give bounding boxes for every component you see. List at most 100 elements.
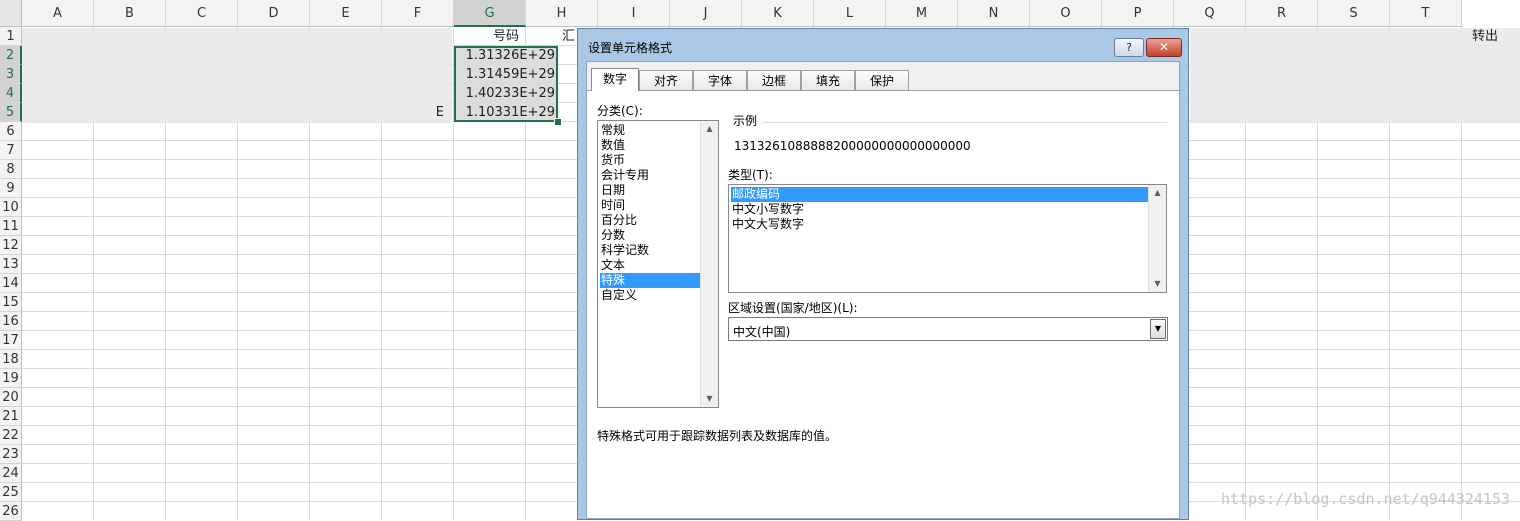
row-header-20[interactable]: 20 xyxy=(0,388,22,407)
locale-value: 中文(中国) xyxy=(733,325,791,339)
tab-border[interactable]: 边框 xyxy=(747,70,801,90)
column-header-b[interactable]: B xyxy=(94,0,166,27)
chevron-down-icon[interactable]: ▼ xyxy=(1150,319,1166,339)
column-header-p[interactable]: P xyxy=(1102,0,1174,27)
row-header-19[interactable]: 19 xyxy=(0,369,22,388)
column-header-a[interactable]: A xyxy=(22,0,94,27)
row-header-5[interactable]: 5 xyxy=(0,103,22,122)
column-header-t[interactable]: T xyxy=(1390,0,1462,27)
category-item[interactable]: 百分比 xyxy=(600,213,700,228)
dialog-titlebar[interactable]: 设置单元格格式 ? ✕ xyxy=(578,29,1188,61)
column-header-g[interactable]: G xyxy=(454,0,526,27)
row-header-3[interactable]: 3 xyxy=(0,65,22,84)
sample-value: 1313261088888200000000000000000 xyxy=(734,139,971,153)
row-header-24[interactable]: 24 xyxy=(0,464,22,483)
row-header-23[interactable]: 23 xyxy=(0,445,22,464)
tab-font[interactable]: 字体 xyxy=(693,70,747,90)
row-header-6[interactable]: 6 xyxy=(0,122,22,141)
tab-fill[interactable]: 填充 xyxy=(801,70,855,90)
category-item[interactable]: 常规 xyxy=(600,123,700,138)
locale-label: 区域设置(国家/地区)(L): xyxy=(728,301,858,315)
row-header-7[interactable]: 7 xyxy=(0,141,22,160)
category-item[interactable]: 时间 xyxy=(600,198,700,213)
redacted-area-left xyxy=(22,28,452,123)
format-cells-dialog: 设置单元格格式 ? ✕ 数字 对齐 字体 边框 填充 保护 分类(C): 常规数… xyxy=(577,28,1189,520)
category-item[interactable]: 科学记数 xyxy=(600,243,700,258)
column-header-q[interactable]: Q xyxy=(1174,0,1246,27)
select-all-corner[interactable] xyxy=(0,0,22,27)
column-header-c[interactable]: C xyxy=(166,0,238,27)
tab-protection[interactable]: 保护 xyxy=(855,70,909,90)
column-header-r[interactable]: R xyxy=(1246,0,1318,27)
column-header-n[interactable]: N xyxy=(958,0,1030,27)
column-header-o[interactable]: O xyxy=(1030,0,1102,27)
category-list[interactable]: 常规 数值 货币 会计专用 日期 时间 百分比 分数 科学记数 文本 特殊 自定义 ▲ ▼ xyxy=(597,120,719,408)
category-item[interactable]: 货币 xyxy=(600,153,700,168)
scroll-down-icon[interactable]: ▼ xyxy=(1149,276,1166,292)
row-header-13[interactable]: 13 xyxy=(0,255,22,274)
format-description: 特殊格式可用于跟踪数据列表及数据库的值。 xyxy=(597,429,838,443)
watermark: https://blog.csdn.net/q944324153 xyxy=(1221,490,1510,508)
sample-label: 示例 xyxy=(733,114,758,128)
locale-select[interactable]: 中文(中国) ▼ xyxy=(728,317,1168,341)
category-item[interactable]: 分数 xyxy=(600,228,700,243)
column-header-l[interactable]: L xyxy=(814,0,886,27)
column-header-h[interactable]: H xyxy=(526,0,598,27)
row-header-26[interactable]: 26 xyxy=(0,502,22,521)
type-scrollbar[interactable]: ▲ ▼ xyxy=(1148,185,1166,292)
row-header-11[interactable]: 11 xyxy=(0,217,22,236)
row-header-10[interactable]: 10 xyxy=(0,198,22,217)
type-label: 类型(T): xyxy=(728,168,773,182)
close-button[interactable]: ✕ xyxy=(1146,38,1182,57)
row-header-9[interactable]: 9 xyxy=(0,179,22,198)
selection-outline xyxy=(454,46,558,122)
category-item[interactable]: 数值 xyxy=(600,138,700,153)
tab-alignment[interactable]: 对齐 xyxy=(639,70,693,90)
row-header-22[interactable]: 22 xyxy=(0,426,22,445)
row-header-2[interactable]: 2 xyxy=(0,46,22,65)
type-item[interactable]: 中文小写数字 xyxy=(731,202,1148,217)
tab-number[interactable]: 数字 xyxy=(591,68,639,91)
cell-g1[interactable]: 号码 xyxy=(455,27,557,46)
scroll-up-icon[interactable]: ▲ xyxy=(1149,185,1166,201)
category-item[interactable]: 文本 xyxy=(600,258,700,273)
row-header-8[interactable]: 8 xyxy=(0,160,22,179)
row-header-17[interactable]: 17 xyxy=(0,331,22,350)
row-header-25[interactable]: 25 xyxy=(0,483,22,502)
column-header-i[interactable]: I xyxy=(598,0,670,27)
scroll-up-icon[interactable]: ▲ xyxy=(701,121,718,137)
category-item[interactable]: 自定义 xyxy=(600,288,700,303)
row-header-4[interactable]: 4 xyxy=(0,84,22,103)
row-header-16[interactable]: 16 xyxy=(0,312,22,331)
type-list[interactable]: 邮政编码 中文小写数字 中文大写数字 ▲ ▼ xyxy=(728,184,1167,293)
sample-group-line xyxy=(763,122,1167,123)
type-item[interactable]: 邮政编码 xyxy=(731,187,1148,202)
category-item[interactable]: 会计专用 xyxy=(600,168,700,183)
type-item[interactable]: 中文大写数字 xyxy=(731,217,1148,232)
fill-handle[interactable] xyxy=(554,118,562,126)
cell-f5[interactable]: E xyxy=(416,103,446,122)
help-button[interactable]: ? xyxy=(1114,38,1144,57)
dialog-title: 设置单元格格式 xyxy=(588,41,673,55)
scroll-down-icon[interactable]: ▼ xyxy=(701,391,718,407)
dialog-body: 数字 对齐 字体 边框 填充 保护 分类(C): 常规 数值 货币 会计专用 日期 时间百… xyxy=(586,61,1180,519)
column-header-s[interactable]: S xyxy=(1318,0,1390,27)
column-header-f[interactable]: F xyxy=(382,0,454,27)
category-label: 分类(C): xyxy=(597,104,643,118)
row-header-14[interactable]: 14 xyxy=(0,274,22,293)
category-item[interactable]: 特殊 xyxy=(600,273,700,288)
column-header-k[interactable]: K xyxy=(742,0,814,27)
row-header-15[interactable]: 15 xyxy=(0,293,22,312)
number-tab-panel: 分类(C): 常规 数值 货币 会计专用 日期 时间 百分比 分数 科学记数 文本 特殊 自定义 ▲ … xyxy=(587,90,1179,518)
row-header-1[interactable]: 1 xyxy=(0,27,22,46)
column-header-j[interactable]: J xyxy=(670,0,742,27)
category-item[interactable]: 日期 xyxy=(600,183,700,198)
row-header-21[interactable]: 21 xyxy=(0,407,22,426)
category-scrollbar[interactable]: ▲ ▼ xyxy=(700,121,718,407)
cell-t1[interactable]: 转出 xyxy=(1470,27,1520,46)
row-header-18[interactable]: 18 xyxy=(0,350,22,369)
column-header-e[interactable]: E xyxy=(310,0,382,27)
column-header-m[interactable]: M xyxy=(886,0,958,27)
row-header-12[interactable]: 12 xyxy=(0,236,22,255)
column-header-d[interactable]: D xyxy=(238,0,310,27)
